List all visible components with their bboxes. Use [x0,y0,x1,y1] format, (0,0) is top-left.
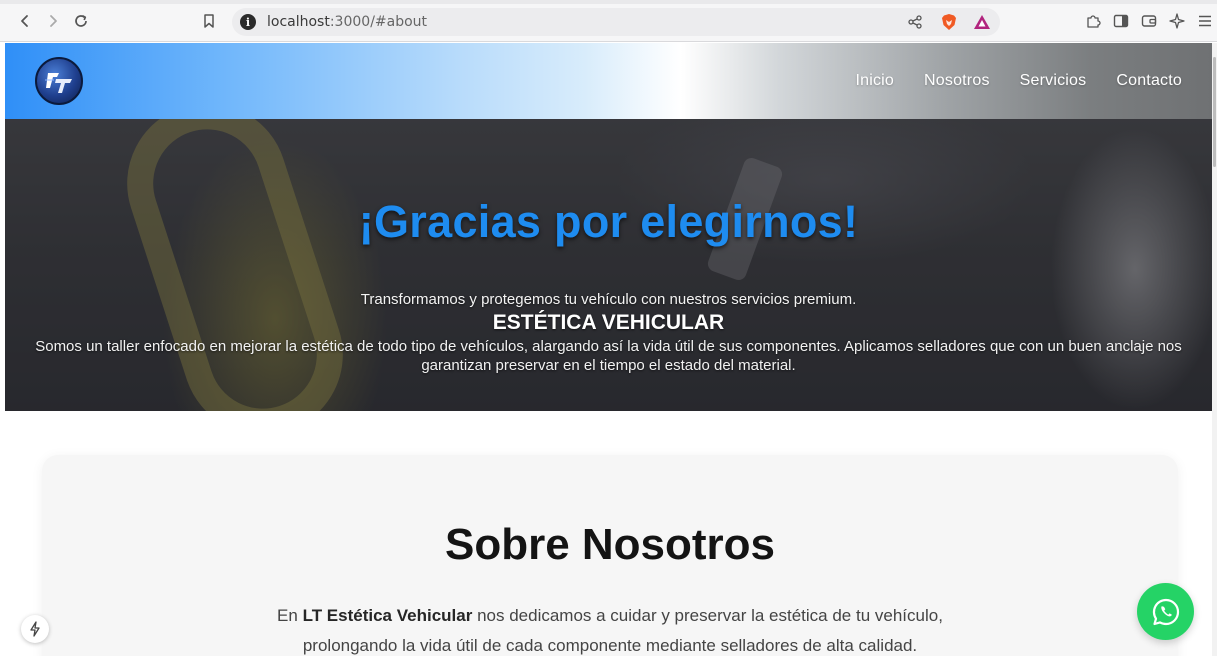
forward-arrow-icon [50,15,57,27]
extensions-button[interactable] [1082,10,1104,32]
nav-link-contacto[interactable]: Contacto [1116,72,1182,90]
share-button[interactable] [904,11,926,33]
nav-link-inicio[interactable]: Inicio [855,72,894,90]
site-header: Inicio Nosotros Servicios Contacto [5,43,1212,119]
main-nav: Inicio Nosotros Servicios Contacto [855,72,1182,90]
url-text[interactable]: localhost:3000/#about [267,14,427,30]
sidebar-toggle-button[interactable] [1110,10,1132,32]
hamburger-icon [1199,15,1211,27]
lt-logo-icon [45,73,72,93]
url-path: :3000/#about [329,14,428,30]
wallet-icon [1141,15,1157,27]
back-arrow-icon [21,15,28,27]
tab-strip-edge [0,0,1217,4]
hero-subtitle: Transformamos y protegemos tu vehículo c… [360,291,857,308]
address-bar[interactable]: i localhost:3000/#about [232,8,1000,36]
hero-heading: ESTÉTICA VEHICULAR [492,311,725,334]
scrollbar-thumb[interactable] [1213,57,1216,167]
about-section: Sobre Nosotros En LT Estética Vehicular … [42,455,1178,656]
share-icon [908,15,922,29]
site-info-icon[interactable]: i [240,14,256,30]
browser-toolbar: i localhost:3000/#about [0,0,1217,42]
hero-section: ¡Gracias por elegirnos! Transformamos y … [5,119,1212,411]
nav-link-nosotros[interactable]: Nosotros [924,72,990,90]
hero-title: ¡Gracias por elegirnos! [358,196,859,247]
leo-ai-button[interactable] [1166,10,1188,32]
about-title: Sobre Nosotros [444,520,776,569]
whatsapp-button[interactable] [1137,583,1194,640]
bookmark-icon [204,14,214,28]
bookmark-button[interactable] [198,10,220,32]
brave-lion-icon [942,14,956,30]
about-text-prefix: En [277,606,303,625]
reload-button[interactable] [70,10,92,32]
page-scrollbar[interactable] [1212,43,1217,656]
back-button[interactable] [14,10,36,32]
site-info-glyph: i [245,15,251,29]
site-logo[interactable] [35,57,83,105]
wallet-button[interactable] [1138,10,1160,32]
reload-icon [75,15,87,27]
whatsapp-icon [1152,598,1179,625]
puzzle-icon [1087,15,1101,28]
nav-link-servicios[interactable]: Servicios [1020,72,1087,90]
url-host: localhost [267,14,330,30]
main-menu-button[interactable] [1194,10,1216,32]
brave-rewards-button[interactable] [971,11,993,33]
dev-tools-indicator[interactable] [21,615,49,643]
about-text: En LT Estética Vehicular nos dedicamos a… [242,601,978,656]
rewards-triangle-icon [974,15,990,29]
sparkle-icon [1169,13,1185,29]
page-viewport: Inicio Nosotros Servicios Contacto ¡Grac… [5,43,1212,656]
forward-button[interactable] [42,10,64,32]
brave-shields-button[interactable] [938,11,960,33]
hero-paragraph: Somos un taller enfocado en mejorar la e… [35,338,1182,374]
sidebar-icon [1113,14,1129,28]
about-brand-name: LT Estética Vehicular [302,606,473,625]
lightning-bolt-icon [30,621,40,637]
